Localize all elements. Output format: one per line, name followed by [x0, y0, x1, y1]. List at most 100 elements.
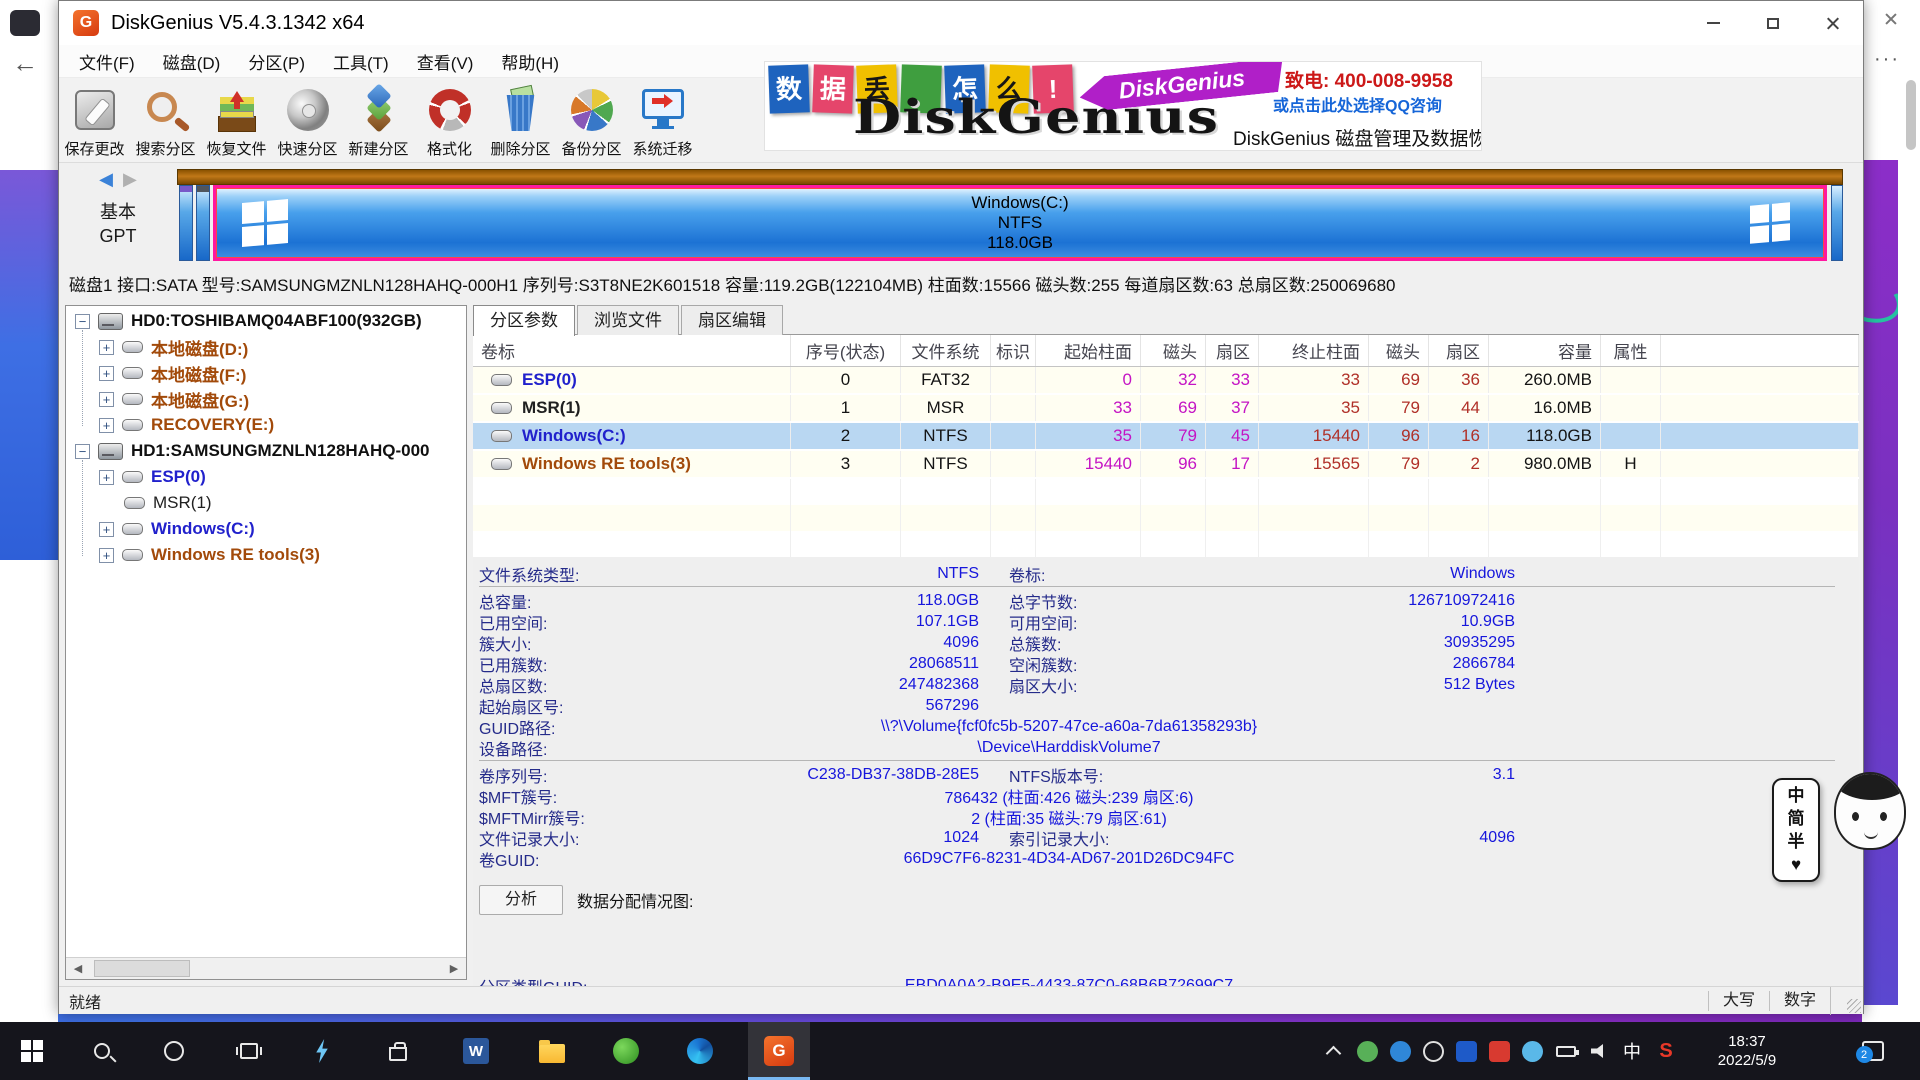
new-partition-button[interactable]: 新建分区 [343, 78, 414, 159]
expand-icon[interactable]: + [99, 548, 114, 563]
col-end-head[interactable]: 磁头 [1369, 335, 1429, 366]
col-start-cylinder[interactable]: 起始柱面 [1036, 335, 1141, 366]
tree-item-windows-c[interactable]: + Windows(C:) [66, 516, 466, 542]
scroll-left-icon[interactable]: ◀ [66, 958, 90, 979]
expand-icon[interactable]: + [99, 522, 114, 537]
expand-icon[interactable]: + [99, 366, 114, 381]
tree-item-local-d[interactable]: + 本地磁盘(D:) [66, 334, 466, 360]
battery-status[interactable] [1550, 1022, 1582, 1080]
task-view-button[interactable] [225, 1022, 273, 1080]
esp-partition-block[interactable] [179, 185, 193, 261]
action-center-button[interactable]: 2 [1845, 1022, 1900, 1080]
cortana-button[interactable] [150, 1022, 198, 1080]
expand-icon[interactable]: + [99, 340, 114, 355]
tree-horizontal-scrollbar[interactable]: ◀ ▶ [66, 957, 466, 979]
col-seq-status[interactable]: 序号(状态) [791, 335, 901, 366]
taskbar-search-button[interactable] [78, 1022, 126, 1080]
col-flag[interactable]: 标识 [991, 335, 1036, 366]
sogou-tray-icon[interactable]: S [1650, 1022, 1682, 1080]
tray-icon-3[interactable] [1418, 1022, 1448, 1080]
col-end-cylinder[interactable]: 终止柱面 [1259, 335, 1369, 366]
tray-icon-1[interactable] [1352, 1022, 1382, 1080]
expand-icon[interactable]: + [99, 470, 114, 485]
tray-icon-2[interactable] [1385, 1022, 1415, 1080]
more-options-icon[interactable]: ··· [1874, 48, 1900, 71]
maximize-button[interactable] [1743, 1, 1803, 45]
selected-partition-block[interactable]: Windows(C:) NTFS 118.0GB [213, 185, 1827, 261]
scrollbar-thumb[interactable] [94, 960, 190, 977]
collapse-icon[interactable]: − [75, 314, 90, 329]
format-button[interactable]: 格式化 [414, 78, 485, 159]
col-end-sector[interactable]: 扇区 [1429, 335, 1489, 366]
expand-icon[interactable]: + [99, 418, 114, 433]
menu-file[interactable]: 文件(F) [65, 49, 149, 74]
pinned-app-browser[interactable] [602, 1022, 650, 1080]
col-capacity[interactable]: 容量 [1489, 335, 1601, 366]
tree-item-msr[interactable]: MSR(1) [66, 490, 466, 516]
ad-banner[interactable]: 数 据 丢 怎 么 ! DiskGenius DiskGenius 致电: 40… [764, 61, 1482, 151]
tree-item-hd1[interactable]: − HD1:SAMSUNGMZNLN128HAHQ-000 [66, 438, 466, 464]
tab-browse-files[interactable]: 浏览文件 [577, 305, 679, 335]
table-row-windows-c-selected[interactable]: Windows(C:) 2 NTFS 35 79 45 15440 96 16 … [473, 423, 1859, 451]
tray-icon-6[interactable] [1517, 1022, 1547, 1080]
col-start-head[interactable]: 磁头 [1141, 335, 1206, 366]
menu-view[interactable]: 查看(V) [403, 49, 488, 74]
clock[interactable]: 18:37 2022/5/9 [1692, 1022, 1802, 1080]
ad-qq-link[interactable]: 或点击此处选择QQ咨询 [1273, 92, 1442, 116]
ime-status-box[interactable]: 中 简 半 ♥ [1772, 778, 1820, 882]
close-button[interactable] [1803, 1, 1863, 45]
scroll-right-icon[interactable]: ▶ [442, 958, 466, 979]
pinned-app-bolt[interactable] [298, 1022, 346, 1080]
save-changes-button[interactable]: 保存更改 [59, 78, 130, 159]
scrollbar-thumb[interactable] [1906, 80, 1916, 150]
table-row-esp[interactable]: ESP(0) 0 FAT32 0 32 33 33 69 36 260.0MB [473, 367, 1859, 395]
volume-status[interactable] [1584, 1022, 1614, 1080]
next-disk-arrow-icon[interactable]: ▶ [123, 169, 137, 189]
menu-disk[interactable]: 磁盘(D) [149, 49, 235, 74]
back-arrow-icon[interactable]: ← [12, 48, 38, 79]
prev-disk-arrow-icon[interactable]: ◀ [99, 169, 113, 189]
pinned-app-store[interactable] [374, 1022, 422, 1080]
recover-files-button[interactable]: 恢复文件 [201, 78, 272, 159]
input-language-indicator[interactable]: 中 [1616, 1022, 1648, 1080]
delete-partition-button[interactable]: 删除分区 [485, 78, 556, 159]
msr-partition-block[interactable] [196, 185, 210, 261]
taskbar-diskgenius-active[interactable]: G [748, 1022, 810, 1080]
menu-help[interactable]: 帮助(H) [487, 49, 573, 74]
tree-item-local-g[interactable]: + 本地磁盘(G:) [66, 386, 466, 412]
col-volume[interactable]: 卷标 [473, 335, 791, 366]
scrollbar-track[interactable] [90, 958, 442, 979]
collapse-icon[interactable]: − [75, 444, 90, 459]
expand-icon[interactable]: + [99, 392, 114, 407]
tree-item-esp[interactable]: + ESP(0) [66, 464, 466, 490]
table-row-windows-re-tools[interactable]: Windows RE tools(3) 3 NTFS 15440 96 17 1… [473, 451, 1859, 479]
table-row-msr[interactable]: MSR(1) 1 MSR 33 69 37 35 79 44 16.0MB [473, 395, 1859, 423]
col-start-sector[interactable]: 扇区 [1206, 335, 1259, 366]
tab-partition-parameters[interactable]: 分区参数 [473, 305, 575, 336]
pinned-app-file-explorer[interactable] [528, 1022, 576, 1080]
quick-partition-button[interactable]: 快速分区 [272, 78, 343, 159]
menu-tools[interactable]: 工具(T) [319, 49, 403, 74]
start-button[interactable] [8, 1022, 56, 1080]
tray-icon-4[interactable] [1451, 1022, 1481, 1080]
tree-item-windows-re-tools[interactable]: + Windows RE tools(3) [66, 542, 466, 568]
system-migration-button[interactable]: 系统迁移 [627, 78, 698, 159]
pinned-app-word[interactable]: W [452, 1022, 500, 1080]
pinned-app-edge[interactable] [676, 1022, 724, 1080]
resize-grip[interactable] [1830, 987, 1863, 1015]
minimize-button[interactable] [1683, 1, 1743, 45]
search-partition-button[interactable]: 搜索分区 [130, 78, 201, 159]
close-icon[interactable] [1884, 12, 1898, 26]
analyze-button[interactable]: 分析 [479, 885, 563, 915]
menu-partition[interactable]: 分区(P) [234, 49, 319, 74]
tree-item-local-f[interactable]: + 本地磁盘(F:) [66, 360, 466, 386]
backup-partition-button[interactable]: 备份分区 [556, 78, 627, 159]
re-tools-partition-block[interactable] [1831, 185, 1843, 261]
show-hidden-icons-button[interactable] [1318, 1022, 1348, 1080]
tree-item-hd0[interactable]: − HD0:TOSHIBAMQ04ABF100(932GB) [66, 308, 466, 334]
tray-icon-5[interactable] [1484, 1022, 1514, 1080]
tree-item-recovery-e[interactable]: + RECOVERY(E:) [66, 412, 466, 438]
col-filesystem[interactable]: 文件系统 [901, 335, 991, 366]
tab-sector-editor[interactable]: 扇区编辑 [681, 305, 783, 335]
col-attributes[interactable]: 属性 [1601, 335, 1661, 366]
